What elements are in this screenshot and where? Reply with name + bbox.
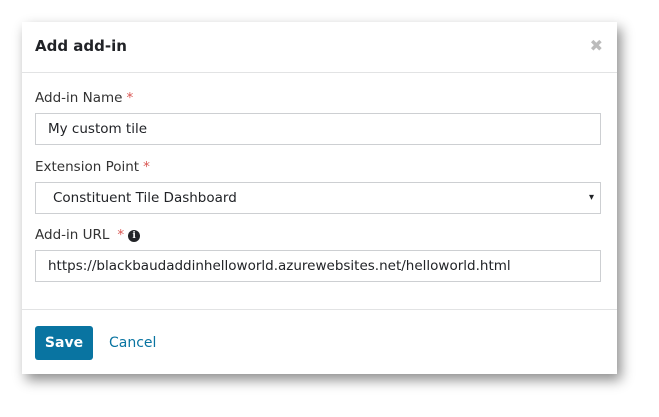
extension-point-select[interactable]: Constituent Tile Dashboard ▾ (35, 182, 601, 214)
addin-name-input[interactable]: My custom tile (35, 113, 601, 145)
dialog-title: Add add-in (35, 37, 127, 55)
dialog-body: Add-in Name * My custom tile Extension Po… (22, 73, 617, 310)
chevron-down-icon: ▾ (588, 192, 594, 203)
extension-point-label: Extension Point * (35, 159, 150, 175)
cancel-button[interactable]: Cancel (109, 335, 156, 351)
select-value: Constituent Tile Dashboard (53, 190, 237, 206)
addin-url-label: Add-in URL * i (35, 227, 141, 243)
label-text: Extension Point (35, 159, 140, 175)
add-addin-dialog: Add add-in ✖ Add-in Name * My custom tile… (22, 22, 617, 374)
required-marker: * (117, 227, 125, 243)
info-icon[interactable]: i (128, 230, 141, 242)
label-text: Add-in URL (35, 227, 110, 243)
dialog-header: Add add-in ✖ (22, 22, 617, 73)
addin-url-input[interactable]: https://blackbaudaddinhelloworld.azurewe… (35, 250, 601, 282)
required-marker: * (143, 159, 150, 175)
required-marker: * (126, 90, 134, 106)
close-icon[interactable]: ✖ (590, 36, 603, 55)
save-button[interactable]: Save (35, 326, 93, 360)
addin-name-label: Add-in Name * (35, 90, 133, 106)
label-text: Add-in Name (35, 90, 123, 106)
